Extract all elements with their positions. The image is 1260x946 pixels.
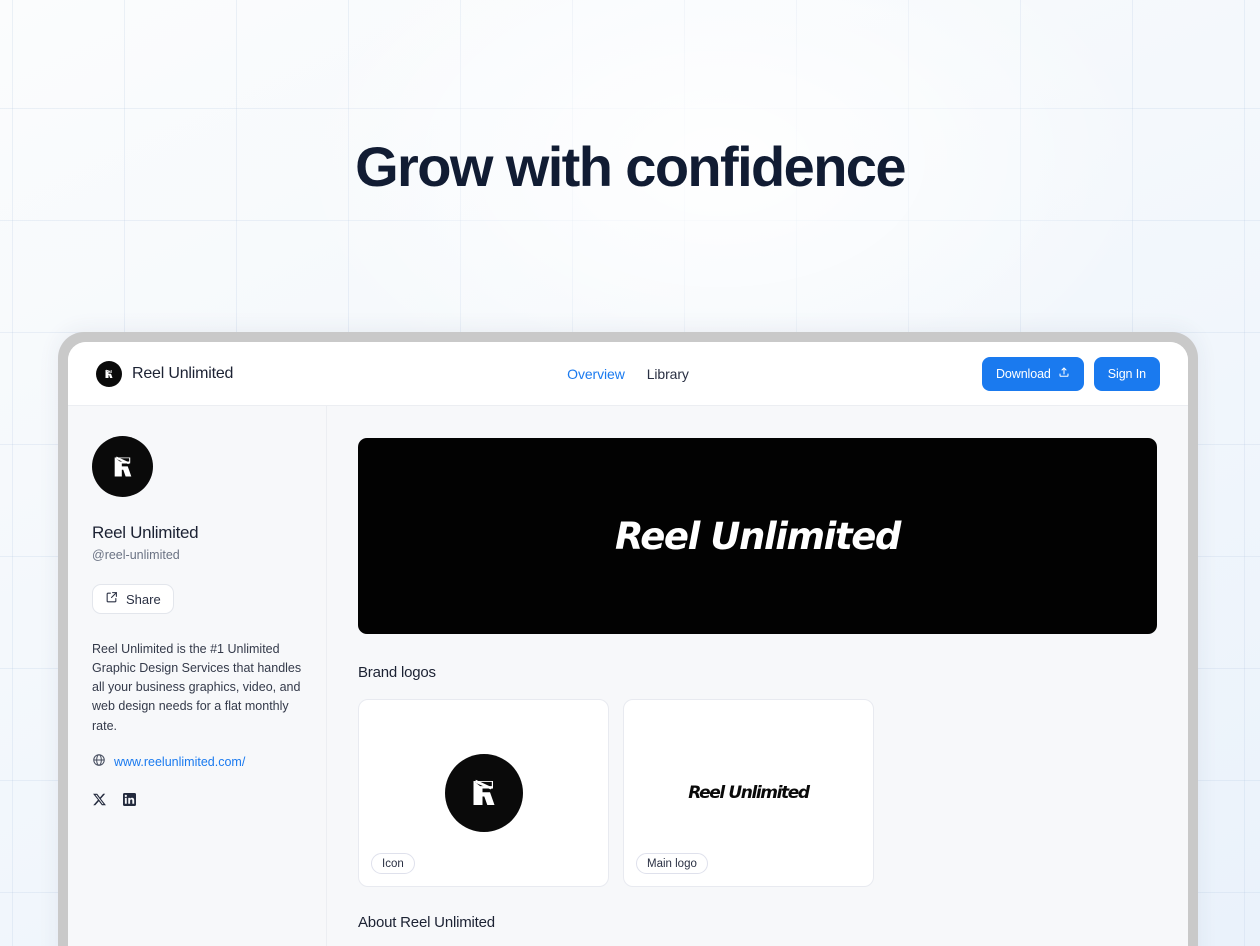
- brand-name-label: Reel Unlimited: [132, 364, 234, 382]
- reel-unlimited-r-mark-icon: [444, 754, 523, 832]
- card-badge-icon: Icon: [371, 853, 415, 874]
- reel-unlimited-r-mark-icon: [96, 360, 122, 387]
- about-section-title: About Reel Unlimited: [358, 914, 495, 931]
- download-button-label: Download: [995, 366, 1051, 381]
- nav-links: Overview Library: [567, 366, 689, 382]
- nav-actions: Download Sign In: [981, 356, 1160, 391]
- hero-section: Grow with confidence: [0, 136, 1260, 198]
- share-button[interactable]: Share: [92, 584, 174, 614]
- page-root: Grow with confidence Reel Unlimited Over…: [0, 0, 1260, 946]
- upload-arrow-icon: [1058, 366, 1070, 381]
- app-body: Reel Unlimited @reel-unlimited Share Ree…: [68, 406, 1188, 946]
- app-topbar: Reel Unlimited Overview Library Download: [68, 342, 1188, 406]
- brand-logo-cards: Icon Reel Unlimited Main logo: [358, 699, 1157, 887]
- website-row: www.reelunlimited.com/: [92, 753, 302, 772]
- avatar: [92, 436, 153, 497]
- profile-name: Reel Unlimited: [92, 523, 199, 542]
- share-button-label: Share: [126, 591, 161, 607]
- website-link[interactable]: www.reelunlimited.com/: [114, 755, 245, 769]
- x-twitter-icon[interactable]: [92, 792, 107, 812]
- globe-icon: [92, 753, 106, 772]
- profile-bio: Reel Unlimited is the #1 Unlimited Graph…: [92, 642, 302, 733]
- linkedin-icon[interactable]: [122, 792, 137, 812]
- profile-sidebar: Reel Unlimited @reel-unlimited Share Ree…: [68, 406, 327, 946]
- nav-link-overview[interactable]: Overview: [567, 366, 625, 382]
- brand-logos-section-title: Brand logos: [358, 664, 436, 681]
- logo-card-main-logo[interactable]: Reel Unlimited Main logo: [623, 699, 874, 887]
- signin-button[interactable]: Sign In: [1093, 356, 1160, 391]
- brand-logo-link[interactable]: Reel Unlimited: [96, 360, 234, 387]
- brand-hero-banner[interactable]: Reel Unlimited: [358, 438, 1157, 634]
- social-links: [92, 792, 302, 812]
- main-content: Reel Unlimited Brand logos Icon Reel Unl…: [327, 406, 1188, 946]
- nav-link-library[interactable]: Library: [647, 366, 689, 382]
- hero-title: Grow with confidence: [355, 135, 906, 198]
- device-frame: Reel Unlimited Overview Library Download: [58, 332, 1198, 946]
- signin-button-label: Sign In: [1107, 366, 1146, 381]
- card-wordmark: Reel Unlimited: [688, 783, 810, 803]
- profile-handle: @reel-unlimited: [92, 548, 180, 562]
- card-badge-main-logo: Main logo: [636, 853, 708, 874]
- download-button[interactable]: Download: [981, 356, 1084, 391]
- logo-card-icon[interactable]: Icon: [358, 699, 609, 887]
- app-window: Reel Unlimited Overview Library Download: [68, 342, 1188, 946]
- banner-wordmark: Reel Unlimited: [614, 514, 901, 558]
- share-external-link-icon: [105, 591, 118, 607]
